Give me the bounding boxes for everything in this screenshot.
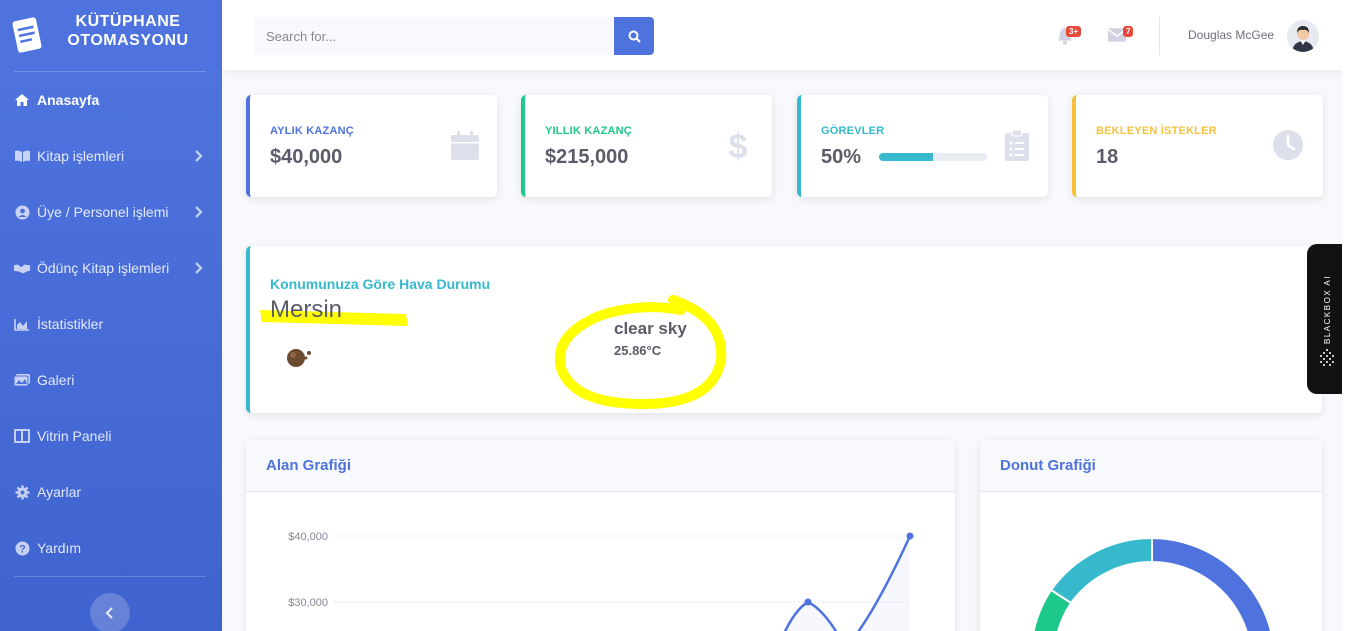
svg-text:$: $: [729, 129, 748, 161]
blackbox-label: BLACKBOX AI: [1323, 275, 1332, 344]
data-point: [804, 598, 812, 606]
sidebar-item-galeri[interactable]: Galeri: [0, 360, 222, 400]
sidebar-item-label: Galeri: [37, 372, 75, 388]
sidebar-item-odunc[interactable]: Ödünç Kitap işlemleri: [0, 248, 222, 288]
scrollbar[interactable]: [1342, 0, 1353, 631]
chevron-right-icon: [195, 206, 203, 218]
weather-temperature: 25.86°C: [614, 343, 662, 358]
search-input[interactable]: [254, 17, 614, 55]
y-tick-label: $30,000: [288, 597, 328, 609]
question-circle-icon: ?: [13, 540, 31, 556]
user-name[interactable]: Douglas McGee: [1188, 28, 1274, 42]
search-icon: [628, 30, 641, 43]
svg-text:?: ?: [19, 543, 26, 555]
cog-icon: [13, 484, 31, 500]
y-tick-label: $40,000: [288, 531, 328, 543]
sidebar-toggle-button[interactable]: [90, 593, 130, 631]
weather-card: Konumunuza Göre Hava Durumu Mersin clear…: [246, 246, 1322, 413]
donut-chart: [1032, 536, 1273, 631]
alerts-badge: 3+: [1066, 26, 1082, 37]
brand-title: KÜTÜPHANE OTOMASYONU: [67, 13, 189, 49]
clipboard-list-icon: [1005, 129, 1029, 161]
weather-description: clear sky: [614, 319, 687, 338]
donut-chart-title: Donut Grafiği: [1000, 457, 1096, 474]
sidebar-item-label: Yardım: [37, 540, 82, 556]
area-fill: [858, 536, 910, 631]
chevron-right-icon: [195, 150, 203, 162]
stat-value: 18: [1096, 146, 1119, 168]
sidebar-item-label: Kitap işlemleri: [37, 148, 125, 164]
stat-card-monthly: AYLIK KAZANÇ $40,000: [246, 95, 497, 197]
book-logo-icon: [12, 17, 42, 53]
topbar-divider: [1159, 17, 1160, 55]
progress-fill: [879, 153, 933, 161]
stat-label: AYLIK KAZANÇ: [270, 125, 354, 137]
handshake-icon: [13, 260, 31, 276]
sidebar-item-yardim[interactable]: ? Yardım: [0, 528, 222, 568]
alerts-button[interactable]: 3+: [1054, 20, 1084, 50]
area-chart: $40,000 $30,000: [288, 531, 914, 631]
chart-area-icon: [13, 316, 31, 332]
messages-badge: 7: [1123, 26, 1134, 37]
stat-card-requests: BEKLEYEN İSTEKLER 18: [1072, 95, 1323, 197]
calendar-icon: [451, 131, 479, 160]
weather-title: Konumunuza Göre Hava Durumu: [270, 276, 491, 292]
stat-card-tasks: GÖREVLER 50%: [797, 95, 1048, 197]
sidebar-item-label: İstatistikler: [37, 316, 104, 332]
sidebar-item-label: Ödünç Kitap işlemleri: [37, 260, 170, 276]
columns-icon: [13, 428, 31, 444]
sidebar-item-label: Anasayfa: [37, 92, 100, 108]
brand[interactable]: KÜTÜPHANE OTOMASYONU: [0, 0, 222, 70]
weather-city: Mersin: [270, 296, 343, 323]
stat-card-yearly: YILLIK KAZANÇ $215,000 $: [521, 95, 772, 197]
donut-chart-card: Donut Grafiği: [980, 440, 1322, 631]
sidebar-item-ayarlar[interactable]: Ayarlar: [0, 472, 222, 512]
chevron-left-icon: [105, 607, 113, 619]
chevron-right-icon: [195, 262, 203, 274]
search-form: [254, 17, 654, 55]
area-chart-card: Alan Grafiği $40,000 $30,000: [246, 440, 955, 631]
stat-value: $40,000: [270, 146, 343, 168]
donut-slice: [1049, 536, 1153, 605]
avatar[interactable]: [1287, 20, 1319, 52]
tasks-progress-bar: [879, 153, 987, 161]
search-button[interactable]: [614, 17, 654, 55]
stat-value: 50%: [821, 146, 862, 168]
book-icon: [13, 148, 31, 164]
blackbox-logo-icon: [1320, 349, 1334, 366]
sidebar: KÜTÜPHANE OTOMASYONU Anasayfa Kitap işle…: [0, 0, 222, 631]
stat-value: $215,000: [545, 146, 629, 168]
images-icon: [13, 372, 31, 388]
home-icon: [13, 92, 31, 108]
sidebar-item-label: Ayarlar: [37, 484, 82, 500]
chart-header: Donut Grafiği: [980, 440, 1322, 492]
dollar-icon: $: [729, 129, 748, 161]
sidebar-divider: [14, 71, 206, 72]
avatar-icon: [1287, 20, 1319, 52]
messages-button[interactable]: 7: [1106, 20, 1136, 50]
sidebar-divider: [14, 576, 206, 577]
chart-header: Alan Grafiği: [246, 440, 955, 492]
stat-label: GÖREVLER: [821, 125, 885, 137]
area-chart-title: Alan Grafiği: [266, 457, 352, 474]
topbar: 3+ 7 Douglas McGee: [222, 0, 1353, 70]
weather-condition-icon: [287, 349, 311, 367]
sidebar-item-label: Vitrin Paneli: [37, 428, 112, 444]
sidebar-item-istatistikler[interactable]: İstatistikler: [0, 304, 222, 344]
stat-label: YILLIK KAZANÇ: [545, 125, 632, 137]
sidebar-item-vitrin[interactable]: Vitrin Paneli: [0, 416, 222, 456]
donut-slice: [1151, 536, 1273, 631]
user-circle-icon: [13, 204, 31, 220]
stat-label: BEKLEYEN İSTEKLER: [1096, 125, 1217, 137]
data-point: [906, 532, 914, 540]
clock-icon: [1273, 130, 1303, 160]
sidebar-item-label: Üye / Personel işlemi: [37, 204, 169, 220]
sidebar-item-uye-personel[interactable]: Üye / Personel işlemi: [0, 192, 222, 232]
sidebar-item-anasayfa[interactable]: Anasayfa: [0, 80, 222, 120]
sidebar-item-kitap[interactable]: Kitap işlemleri: [0, 136, 222, 176]
